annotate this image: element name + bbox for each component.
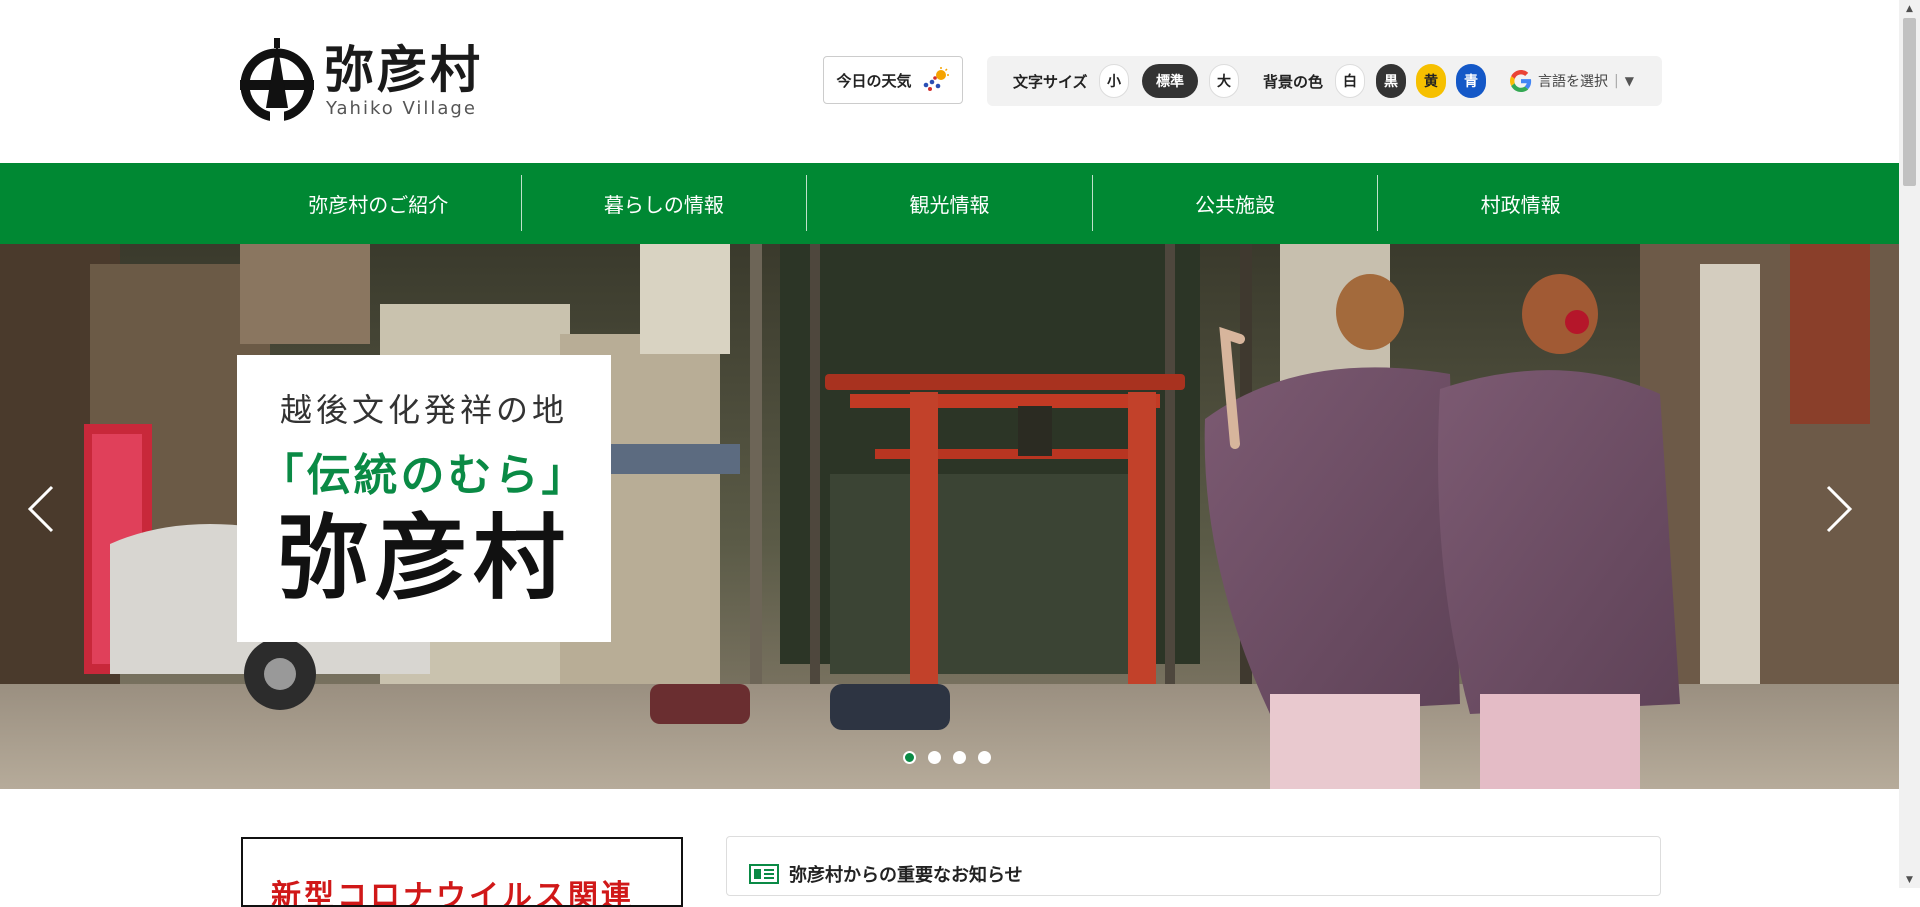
bg-white-button[interactable]: 白 bbox=[1335, 64, 1365, 98]
newspaper-icon bbox=[749, 864, 779, 884]
slider-dot[interactable] bbox=[903, 751, 916, 764]
hero-caption-card: 越後文化発祥の地 「伝統のむら」 弥彦村 bbox=[237, 355, 611, 642]
site-logo[interactable]: 弥彦村 Yahiko Village bbox=[236, 38, 483, 124]
hero-headline: 「伝統のむら」 bbox=[259, 450, 589, 501]
scroll-up-icon[interactable]: ▲ bbox=[1899, 0, 1920, 17]
nav-item-about[interactable]: 弥彦村のご紹介 bbox=[236, 175, 521, 231]
slider-pagination bbox=[903, 751, 991, 764]
slider-dot[interactable] bbox=[953, 751, 966, 764]
hero-slider: 越後文化発祥の地 「伝統のむら」 弥彦村 bbox=[0, 244, 1899, 789]
slider-dot[interactable] bbox=[978, 751, 991, 764]
dropdown-caret-icon: ▼ bbox=[1624, 74, 1634, 88]
language-label: 言語を選択 bbox=[1538, 74, 1608, 90]
accessibility-toolbar: 文字サイズ 小 標準 大 背景の色 白 黒 黄 青 言語を選択 | ▼ bbox=[987, 56, 1662, 106]
hero-village-name: 弥彦村 bbox=[276, 504, 571, 612]
font-size-small-button[interactable]: 小 bbox=[1099, 64, 1129, 98]
weather-button[interactable]: 今日の天気 bbox=[823, 56, 963, 104]
page-scrollbar[interactable]: ▲ ▼ bbox=[1899, 0, 1920, 888]
site-header: 弥彦村 Yahiko Village 今日の天気 文字サイズ 小 標準 大 背景… bbox=[0, 0, 1899, 163]
nav-item-tourism[interactable]: 観光情報 bbox=[806, 175, 1092, 231]
bg-blue-button[interactable]: 青 bbox=[1456, 64, 1486, 98]
font-size-large-button[interactable]: 大 bbox=[1209, 64, 1239, 98]
hero-tagline: 越後文化発祥の地 bbox=[279, 391, 568, 429]
scroll-down-icon[interactable]: ▼ bbox=[1899, 871, 1920, 888]
global-navigation: 弥彦村のご紹介 暮らしの情報 観光情報 公共施設 村政情報 bbox=[0, 163, 1899, 244]
weather-icon bbox=[923, 67, 949, 91]
village-emblem-icon bbox=[240, 38, 314, 124]
covid-banner[interactable]: 新型コロナウイルス関連 bbox=[241, 837, 683, 907]
covid-banner-title: 新型コロナウイルス関連 bbox=[271, 879, 634, 907]
logo-title: 弥彦村 bbox=[324, 40, 483, 99]
bg-black-button[interactable]: 黒 bbox=[1376, 64, 1406, 98]
slider-dot[interactable] bbox=[928, 751, 941, 764]
logo-subtitle: Yahiko Village bbox=[326, 98, 477, 119]
slider-prev-arrow-icon[interactable] bbox=[22, 479, 62, 539]
scrollbar-thumb[interactable] bbox=[1903, 18, 1916, 186]
bg-color-label: 背景の色 bbox=[1263, 73, 1324, 91]
font-size-label: 文字サイズ bbox=[1013, 73, 1088, 91]
weather-label: 今日の天気 bbox=[836, 71, 912, 90]
language-selector[interactable]: 言語を選択 | ▼ bbox=[1510, 68, 1634, 94]
slider-next-arrow-icon[interactable] bbox=[1818, 479, 1858, 539]
google-icon bbox=[1510, 70, 1532, 92]
language-divider: | bbox=[1614, 73, 1619, 89]
font-size-standard-button[interactable]: 標準 bbox=[1142, 64, 1198, 98]
nav-item-administration[interactable]: 村政情報 bbox=[1377, 175, 1663, 231]
notice-panel-title: 弥彦村からの重要なお知らせ bbox=[789, 865, 1023, 886]
nav-item-living[interactable]: 暮らしの情報 bbox=[520, 175, 807, 231]
important-notice-panel: 弥彦村からの重要なお知らせ bbox=[726, 836, 1661, 896]
bg-yellow-button[interactable]: 黄 bbox=[1416, 64, 1446, 98]
nav-item-facilities[interactable]: 公共施設 bbox=[1091, 175, 1378, 231]
